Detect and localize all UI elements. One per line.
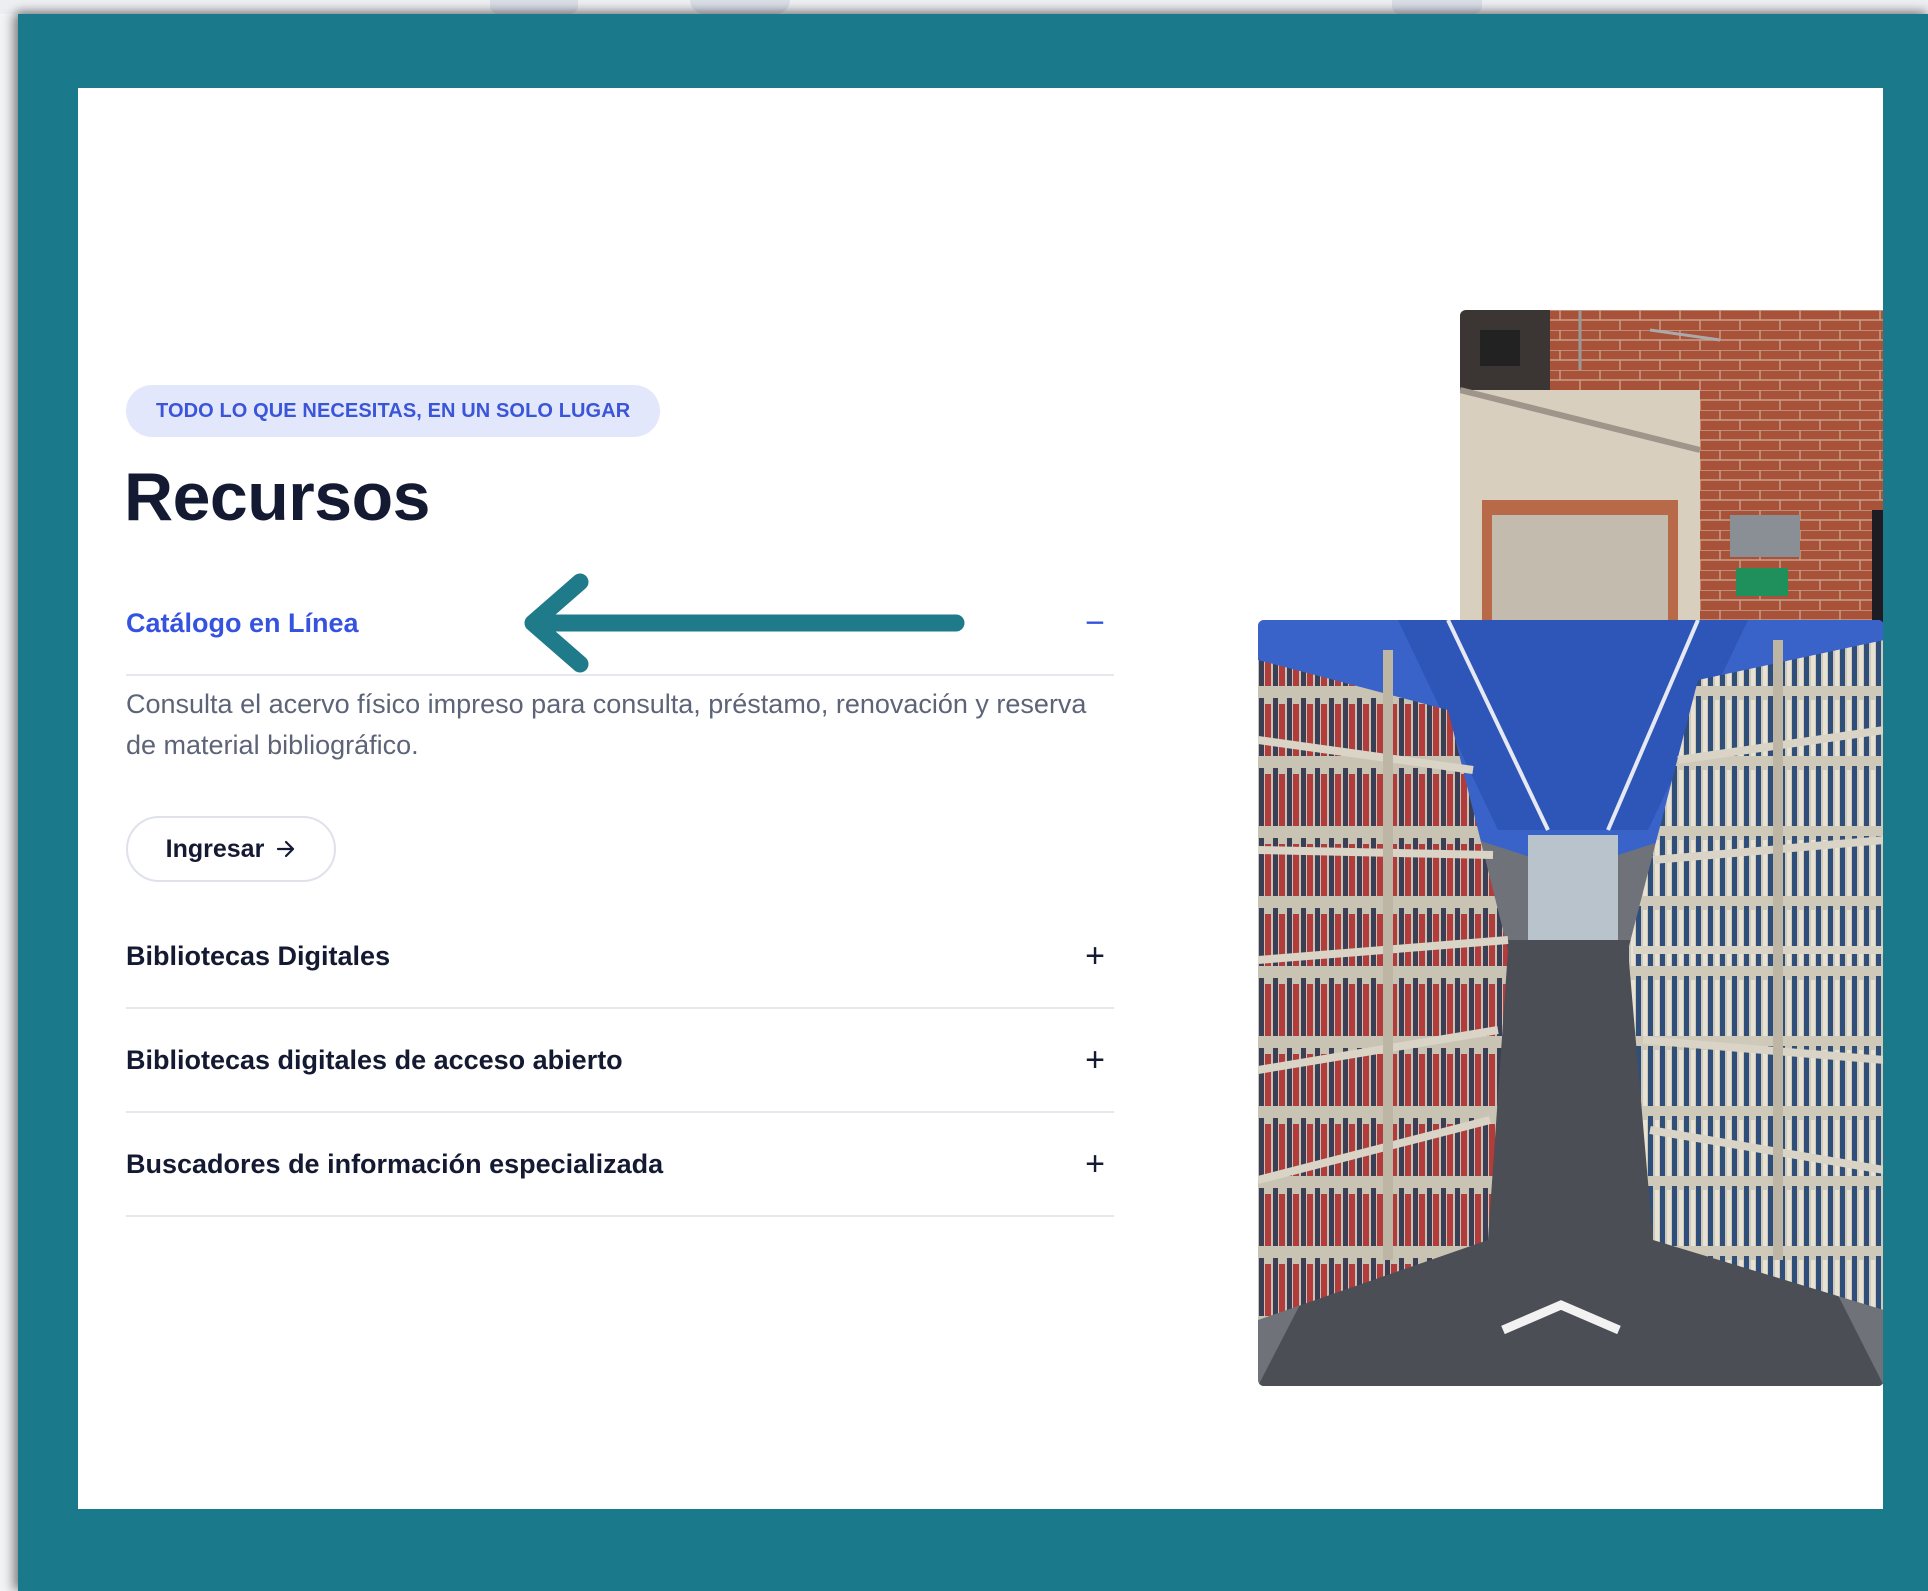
background-shape xyxy=(690,0,790,14)
background-shape xyxy=(1392,0,1482,14)
library-shelves-photo xyxy=(1258,620,1883,1386)
highlight-frame: TODO LO QUE NECESITAS, EN UN SOLO LUGAR … xyxy=(18,14,1928,1591)
resources-section: TODO LO QUE NECESITAS, EN UN SOLO LUGAR … xyxy=(78,88,1883,1509)
background-page-strip xyxy=(0,0,1928,14)
background-shape xyxy=(490,0,578,14)
